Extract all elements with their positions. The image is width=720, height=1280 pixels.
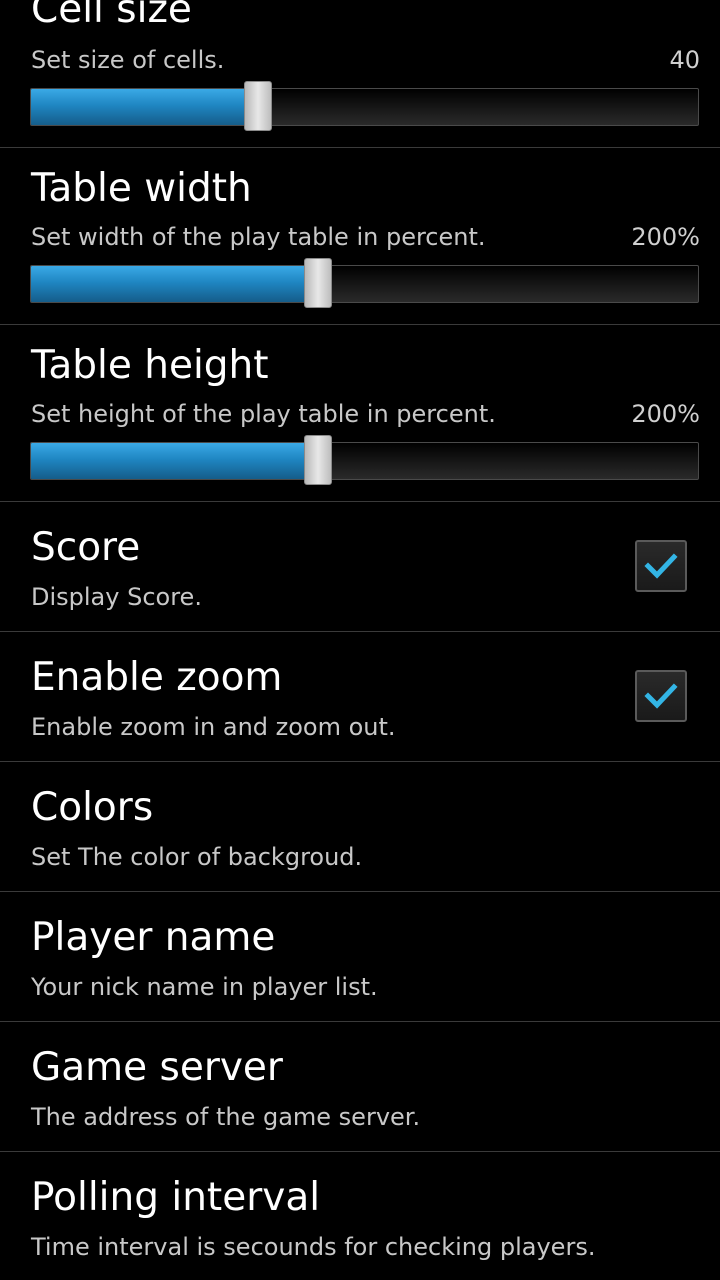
pref-score[interactable]: Score Display Score. xyxy=(0,502,720,631)
pref-title: Table width xyxy=(31,166,252,211)
slider-fill xyxy=(31,443,318,479)
pref-title: Enable zoom xyxy=(31,655,283,700)
slider-thumb[interactable] xyxy=(304,435,332,485)
pref-value: 200% xyxy=(631,400,700,428)
table-height-slider[interactable] xyxy=(30,435,699,485)
pref-title: Colors xyxy=(31,785,154,830)
pref-polling-interval[interactable]: Polling interval Time interval is secoun… xyxy=(0,1152,720,1280)
pref-value: 200% xyxy=(631,223,700,251)
pref-summary: Set size of cells. xyxy=(31,46,225,74)
cell-size-slider[interactable] xyxy=(30,81,699,131)
pref-summary: The address of the game server. xyxy=(31,1103,421,1131)
pref-value: 40 xyxy=(669,46,700,74)
slider-thumb[interactable] xyxy=(304,258,332,308)
pref-summary: Display Score. xyxy=(31,583,202,611)
pref-summary: Set The color of backgroud. xyxy=(31,843,363,871)
pref-title: Cell size xyxy=(31,0,192,32)
pref-title: Polling interval xyxy=(31,1175,321,1220)
pref-summary: Your nick name in player list. xyxy=(31,973,378,1001)
pref-summary: Set width of the play table in percent. xyxy=(31,223,486,251)
checkmark-icon xyxy=(644,553,678,579)
pref-table-height[interactable]: Table height Set height of the play tabl… xyxy=(0,325,720,501)
slider-thumb[interactable] xyxy=(244,81,272,131)
pref-title: Player name xyxy=(31,915,276,960)
slider-fill xyxy=(31,266,318,302)
table-width-slider[interactable] xyxy=(30,258,699,308)
pref-summary: Time interval is secounds for checking p… xyxy=(31,1233,596,1261)
pref-game-server[interactable]: Game server The address of the game serv… xyxy=(0,1022,720,1151)
pref-title: Game server xyxy=(31,1045,283,1090)
pref-enable-zoom[interactable]: Enable zoom Enable zoom in and zoom out. xyxy=(0,632,720,761)
checkmark-icon xyxy=(644,683,678,709)
pref-summary: Enable zoom in and zoom out. xyxy=(31,713,396,741)
pref-summary: Set height of the play table in percent. xyxy=(31,400,496,428)
pref-player-name[interactable]: Player name Your nick name in player lis… xyxy=(0,892,720,1021)
pref-table-width[interactable]: Table width Set width of the play table … xyxy=(0,148,720,324)
pref-title: Score xyxy=(31,525,141,570)
pref-title: Table height xyxy=(31,343,269,388)
enable-zoom-checkbox[interactable] xyxy=(635,670,687,722)
slider-fill xyxy=(31,89,258,125)
score-checkbox[interactable] xyxy=(635,540,687,592)
pref-colors[interactable]: Colors Set The color of backgroud. xyxy=(0,762,720,891)
pref-cell-size[interactable]: Cell size Set size of cells. 40 xyxy=(0,0,720,147)
